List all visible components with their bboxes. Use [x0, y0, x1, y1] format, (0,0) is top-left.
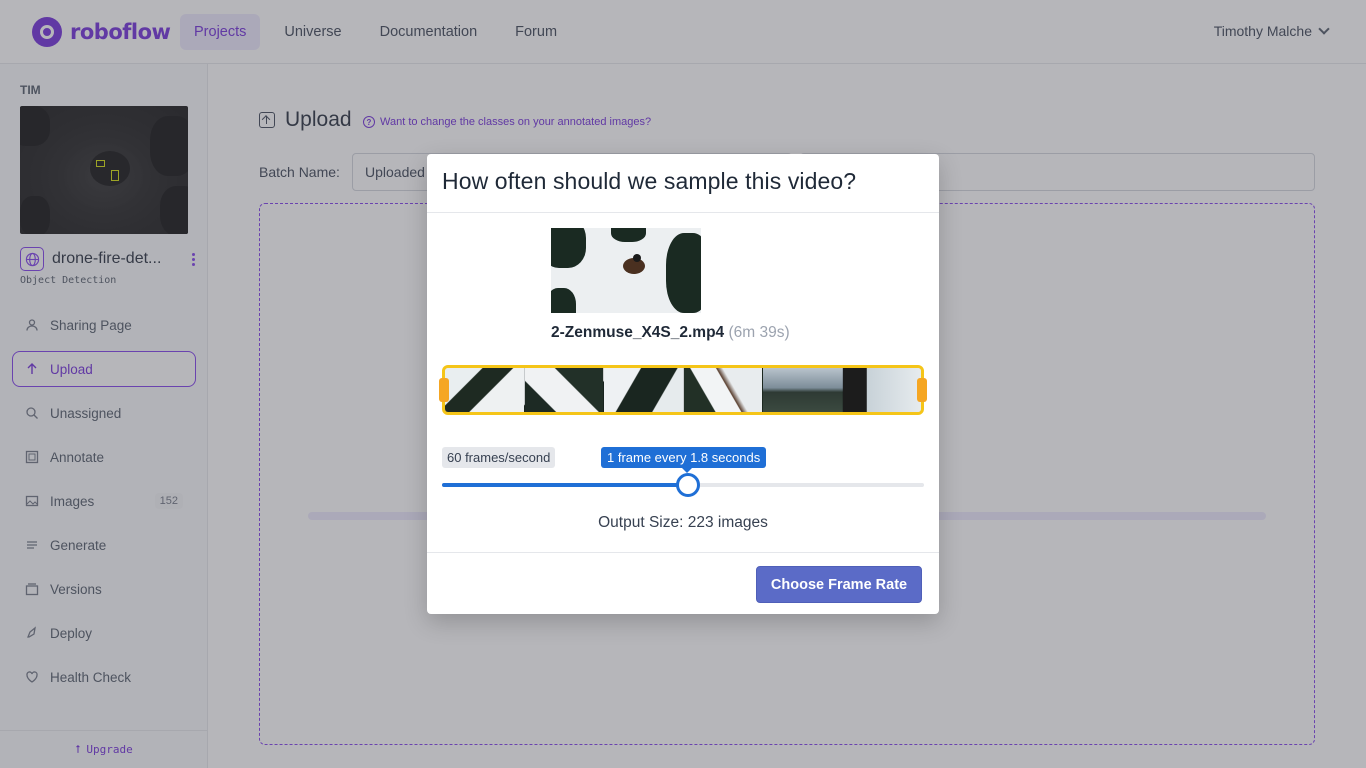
modal-header: How often should we sample this video? — [427, 154, 939, 213]
filmstrip-frame — [604, 368, 684, 412]
frame-rate-slider[interactable] — [442, 473, 924, 497]
video-filename: 2-Zenmuse_X4S_2.mp4 — [551, 324, 725, 341]
filmstrip-frame — [445, 368, 525, 412]
output-size: Output Size: 223 images — [598, 514, 768, 531]
filmstrip-frame — [524, 368, 604, 412]
modal-title: How often should we sample this video? — [442, 168, 857, 194]
slider-fill — [442, 483, 688, 487]
filmstrip-start-handle[interactable] — [439, 378, 449, 402]
video-thumbnail — [551, 228, 701, 313]
slider-thumb[interactable] — [675, 473, 700, 497]
sample-video-modal: How often should we sample this video? 2… — [427, 154, 939, 614]
video-filmstrip[interactable] — [442, 365, 924, 415]
filmstrip-frame — [683, 368, 763, 412]
filmstrip-frame — [842, 368, 921, 412]
source-frame-rate: 60 frames/second — [442, 447, 556, 468]
video-duration: (6m 39s) — [728, 324, 790, 341]
selected-frame-rate: 1 frame every 1.8 seconds — [601, 447, 767, 473]
filmstrip-end-handle[interactable] — [917, 378, 927, 402]
filmstrip-frame — [763, 368, 843, 412]
modal-footer: Choose Frame Rate — [427, 552, 939, 614]
video-info: 2-Zenmuse_X4S_2.mp4 (6m 39s) — [551, 324, 790, 342]
choose-frame-rate-button[interactable]: Choose Frame Rate — [756, 566, 922, 603]
